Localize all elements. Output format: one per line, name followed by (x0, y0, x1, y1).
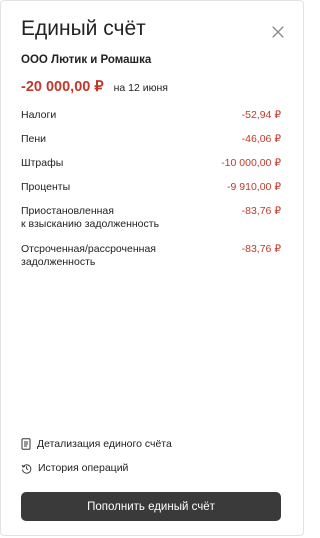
balance-summary: -20 000,00 ₽ на 12 июня (21, 79, 168, 95)
list-item: Проценты -9 910,00 ₽ (21, 181, 281, 194)
item-value: -83,76 ₽ (241, 243, 281, 255)
list-item: Налоги -52,94 ₽ (21, 109, 281, 122)
list-item: Пени -46,06 ₽ (21, 133, 281, 146)
item-label: Приостановленная к взысканию задолженнос… (21, 205, 160, 230)
history-link[interactable]: История операций (21, 461, 172, 475)
item-value: -9 910,00 ₽ (227, 181, 281, 193)
item-value: -10 000,00 ₽ (221, 157, 281, 169)
details-link[interactable]: Детализация единого счёта (21, 437, 172, 451)
item-label: Отсроченная/рассроченная задолженность (21, 243, 156, 268)
details-link-label: Детализация единого счёта (37, 438, 172, 450)
document-icon (21, 438, 31, 450)
item-label: Проценты (21, 181, 71, 193)
balance-date: на 12 июня (113, 82, 168, 94)
history-icon (21, 463, 32, 474)
panel-links: Детализация единого счёта История операц… (21, 437, 172, 485)
company-name: ООО Лютик и Ромашка (21, 54, 152, 66)
list-item: Штрафы -10 000,00 ₽ (21, 157, 281, 170)
total-balance: -20 000,00 ₽ (21, 79, 104, 95)
item-value: -46,06 ₽ (241, 133, 281, 145)
top-up-button[interactable]: Пополнить единый счёт (21, 492, 281, 521)
list-item: Приостановленная к взысканию задолженнос… (21, 205, 281, 231)
item-value: -52,94 ₽ (241, 109, 281, 121)
item-label: Штрафы (21, 157, 64, 169)
item-value: -83,76 ₽ (241, 205, 281, 217)
unified-account-panel: Единый счёт ООО Лютик и Ромашка -20 000,… (0, 0, 304, 536)
close-icon[interactable] (271, 25, 285, 39)
list-item: Отсроченная/рассроченная задолженность -… (21, 243, 281, 269)
panel-title: Единый счёт (21, 17, 146, 40)
history-link-label: История операций (38, 462, 129, 474)
item-label: Пени (21, 133, 47, 145)
item-label: Налоги (21, 109, 57, 121)
